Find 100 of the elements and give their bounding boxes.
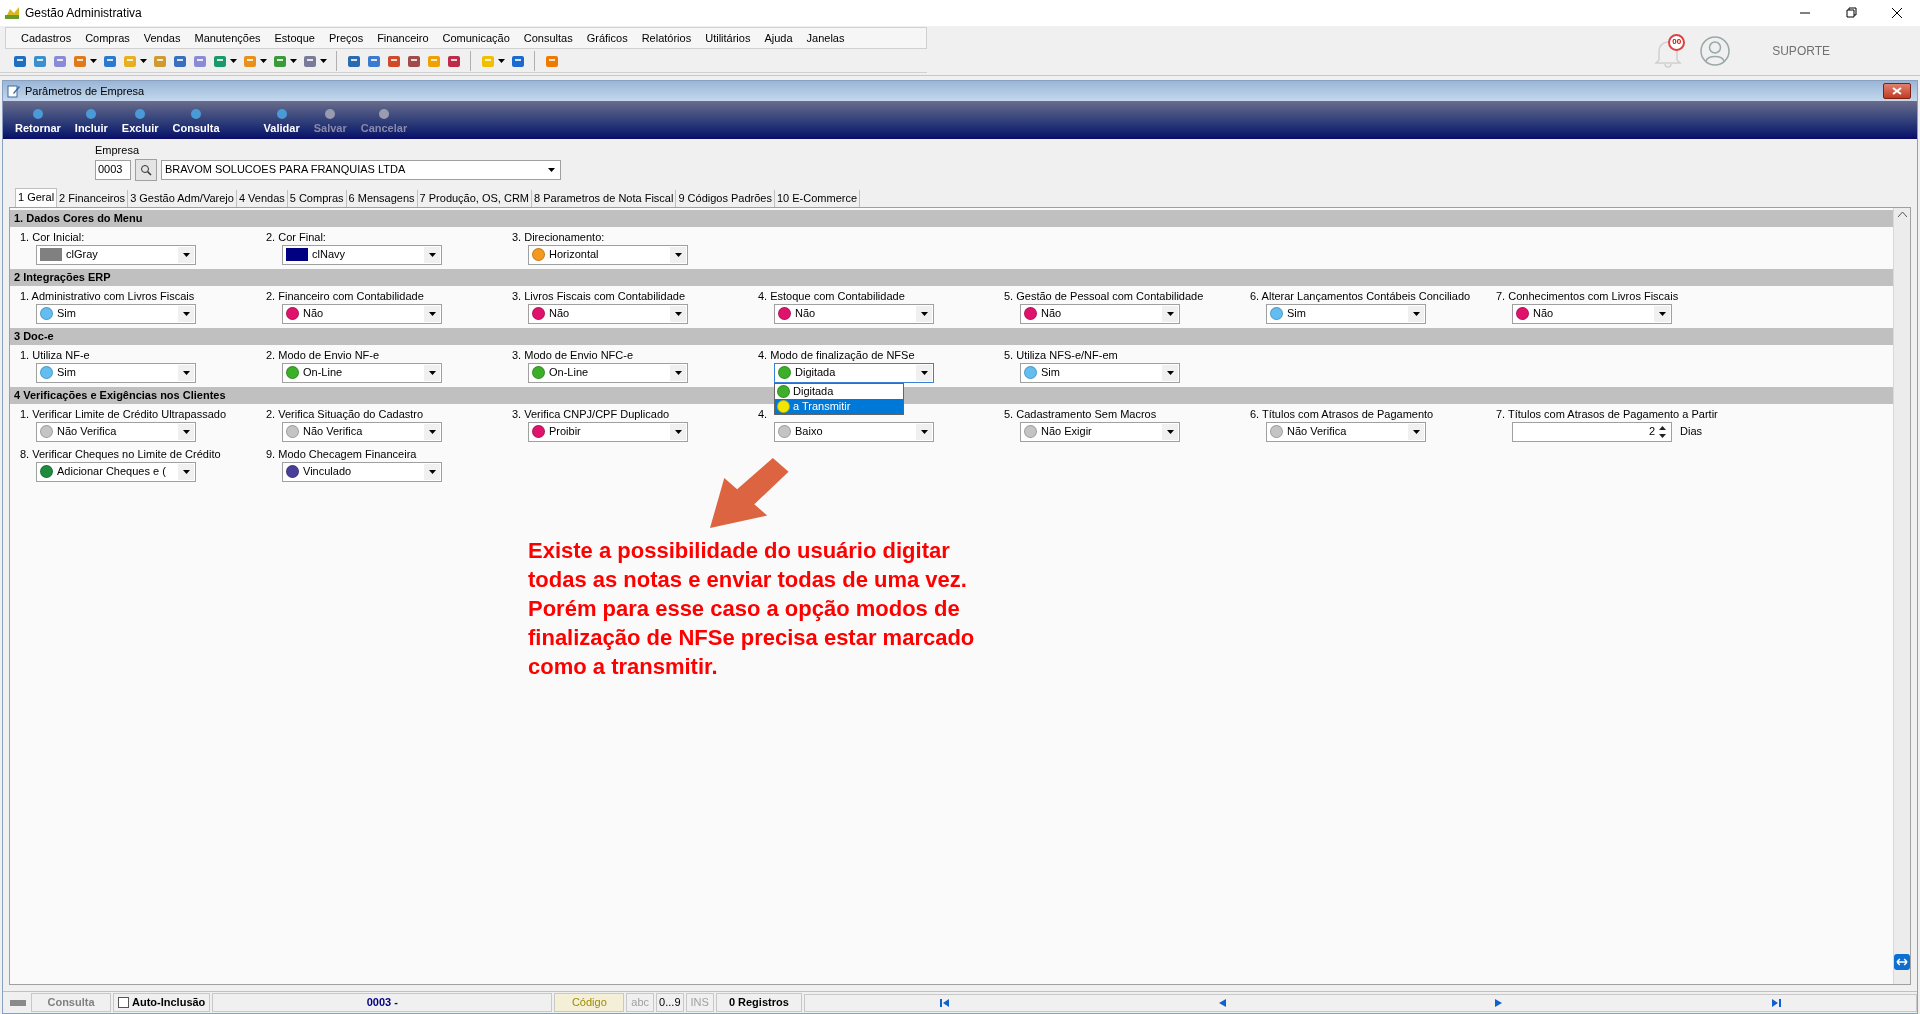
caret-icon: [674, 370, 682, 375]
tab[interactable]: 4 Vendas: [236, 189, 288, 207]
field-label: 4.: [758, 406, 768, 422]
caret-icon: [182, 469, 190, 474]
toolbar-button[interactable]: Incluir: [74, 107, 108, 136]
field-label: 3. Direcionamento:: [512, 229, 605, 245]
tab[interactable]: 8 Parametros de Nota Fiscal: [532, 189, 677, 207]
menu-item[interactable]: Relatórios: [641, 29, 692, 47]
caret-icon: [920, 370, 928, 375]
menu-item[interactable]: Consultas: [523, 29, 573, 47]
caret-icon: [1166, 370, 1174, 375]
dropdown-field[interactable]: Não Verifica: [36, 421, 196, 442]
dropdown-field[interactable]: On-Line: [528, 362, 688, 383]
tab[interactable]: 3 Gestão Adm/Varejo: [128, 189, 237, 207]
field-label: 9. Modo Checagem Financeira: [266, 446, 417, 462]
action-icon: [31, 107, 44, 120]
first-record-icon[interactable]: [939, 998, 949, 1007]
user-avatar-icon[interactable]: [1700, 35, 1731, 66]
dropdown-field[interactable]: Baixo: [774, 421, 934, 442]
dropdown-field[interactable]: clNavy: [282, 244, 442, 265]
dropdown-field[interactable]: Horizontal: [528, 244, 688, 265]
vertical-scrollbar[interactable]: [1893, 207, 1910, 984]
toolbar-button[interactable]: Retornar: [15, 107, 61, 136]
action-icon: [377, 107, 390, 120]
dropdown-field[interactable]: Sim: [36, 303, 196, 324]
spin-arrows-icon[interactable]: [1658, 424, 1667, 439]
number-field[interactable]: 2: [1512, 421, 1672, 442]
dropdown-field[interactable]: Adicionar Cheques e (: [36, 461, 196, 482]
last-record-icon[interactable]: [1772, 998, 1782, 1007]
menu-item[interactable]: Utilitários: [705, 29, 751, 47]
app-logo-icon: [4, 6, 20, 20]
auto-include-checkbox[interactable]: Auto-Inclusão: [113, 993, 211, 1012]
next-record-icon[interactable]: [1495, 998, 1503, 1007]
status-field: Código: [554, 993, 625, 1012]
tab[interactable]: 7 Produção, OS, CRM: [417, 189, 533, 207]
dropdown-field[interactable]: Não Exigir: [1020, 421, 1180, 442]
toolbar-button[interactable]: Excluir: [121, 107, 159, 136]
search-button[interactable]: [135, 158, 157, 181]
menu-item[interactable]: Compras: [85, 29, 130, 47]
status-count: 0 Registros: [715, 993, 802, 1012]
action-icon: [85, 107, 98, 120]
dropdown-field[interactable]: Não: [528, 303, 688, 324]
menu-item[interactable]: Cadastros: [21, 29, 72, 47]
dropdown-field[interactable]: On-Line: [282, 362, 442, 383]
caret-icon: [182, 429, 190, 434]
dropdown-field[interactable]: Sim: [1266, 303, 1426, 324]
dropdown-field[interactable]: Não: [1020, 303, 1180, 324]
field-label: 2. Verifica Situação do Cadastro: [266, 406, 424, 422]
tab[interactable]: 9 Códigos Padrões: [676, 189, 775, 207]
menu-item[interactable]: Gráficos: [586, 29, 628, 47]
section-header: 2 Integrações ERP: [10, 268, 1893, 286]
toolbar-button[interactable]: Validar: [263, 107, 300, 136]
menu-item[interactable]: Ajuda: [764, 29, 793, 47]
unit-label: Dias: [1680, 424, 1702, 440]
dropdown-field[interactable]: Sim: [36, 362, 196, 383]
menu-item[interactable]: Comunicação: [442, 29, 510, 47]
caret-icon: [1412, 429, 1420, 434]
field-label: 3. Livros Fiscais com Contabilidade: [512, 288, 686, 304]
tab[interactable]: 5 Compras: [287, 189, 347, 207]
dropdown-field[interactable]: Sim: [1020, 362, 1180, 383]
scroll-up-icon[interactable]: [1897, 211, 1907, 217]
dropdown-field[interactable]: Não Verifica: [282, 421, 442, 442]
caret-icon: [182, 311, 190, 316]
dropdown-field[interactable]: Vinculado: [282, 461, 442, 482]
tab[interactable]: 6 Mensagens: [346, 189, 418, 207]
action-icon: [190, 107, 203, 120]
company-dropdown[interactable]: BRAVOM SOLUCOES PARA FRANQUIAS LTDA: [161, 159, 561, 180]
tab[interactable]: 10 E-Commerce: [775, 189, 861, 207]
dropdown-field[interactable]: Não: [774, 303, 934, 324]
field-label: 1. Verificar Limite de Crédito Ultrapassado: [20, 406, 227, 422]
code-field[interactable]: 0003: [95, 159, 131, 180]
action-icon: [275, 107, 288, 120]
tab[interactable]: 2 Financeiros: [57, 189, 129, 207]
caret-icon: [182, 370, 190, 375]
user-name[interactable]: SUPORTE: [1772, 41, 1830, 60]
field-label: 5. Cadastramento Sem Macros: [1004, 406, 1157, 422]
menu-item[interactable]: Financeiro: [377, 29, 429, 47]
menu-item[interactable]: Janelas: [806, 29, 845, 47]
toolbar-button[interactable]: Consulta: [172, 107, 220, 136]
tab[interactable]: 1 Geral: [15, 187, 58, 207]
menu-item[interactable]: Estoque: [274, 29, 315, 47]
field-label: 7. Títulos com Atrasos de Pagamento a Partir: [1496, 406, 1718, 422]
child-window-title: Parâmetros de Empresa: [25, 83, 145, 99]
section-header: 3 Doc-e: [10, 327, 1893, 345]
dropdown-field[interactable]: Não: [282, 303, 442, 324]
previous-record-icon[interactable]: [1218, 998, 1226, 1007]
caret-icon: [428, 469, 436, 474]
dropdown-field[interactable]: Proibir: [528, 421, 688, 442]
menu-item[interactable]: Preços: [328, 29, 364, 47]
dropdown-field[interactable]: clGray: [36, 244, 196, 265]
dropdown-field[interactable]: Não: [1512, 303, 1672, 324]
caret-icon: [1166, 429, 1174, 434]
menu-item[interactable]: Vendas: [143, 29, 181, 47]
status-record: 0003 -: [212, 993, 553, 1012]
field-label: 6. Alterar Lançamentos Contábeis Conciliado: [1250, 288, 1471, 304]
checkbox[interactable]: [118, 997, 129, 1008]
close-button[interactable]: [1883, 83, 1911, 99]
dropdown-field[interactable]: Não Verifica: [1266, 421, 1426, 442]
menu-item[interactable]: Manutenções: [194, 29, 261, 47]
dropdown-field[interactable]: Digitada: [774, 362, 934, 383]
